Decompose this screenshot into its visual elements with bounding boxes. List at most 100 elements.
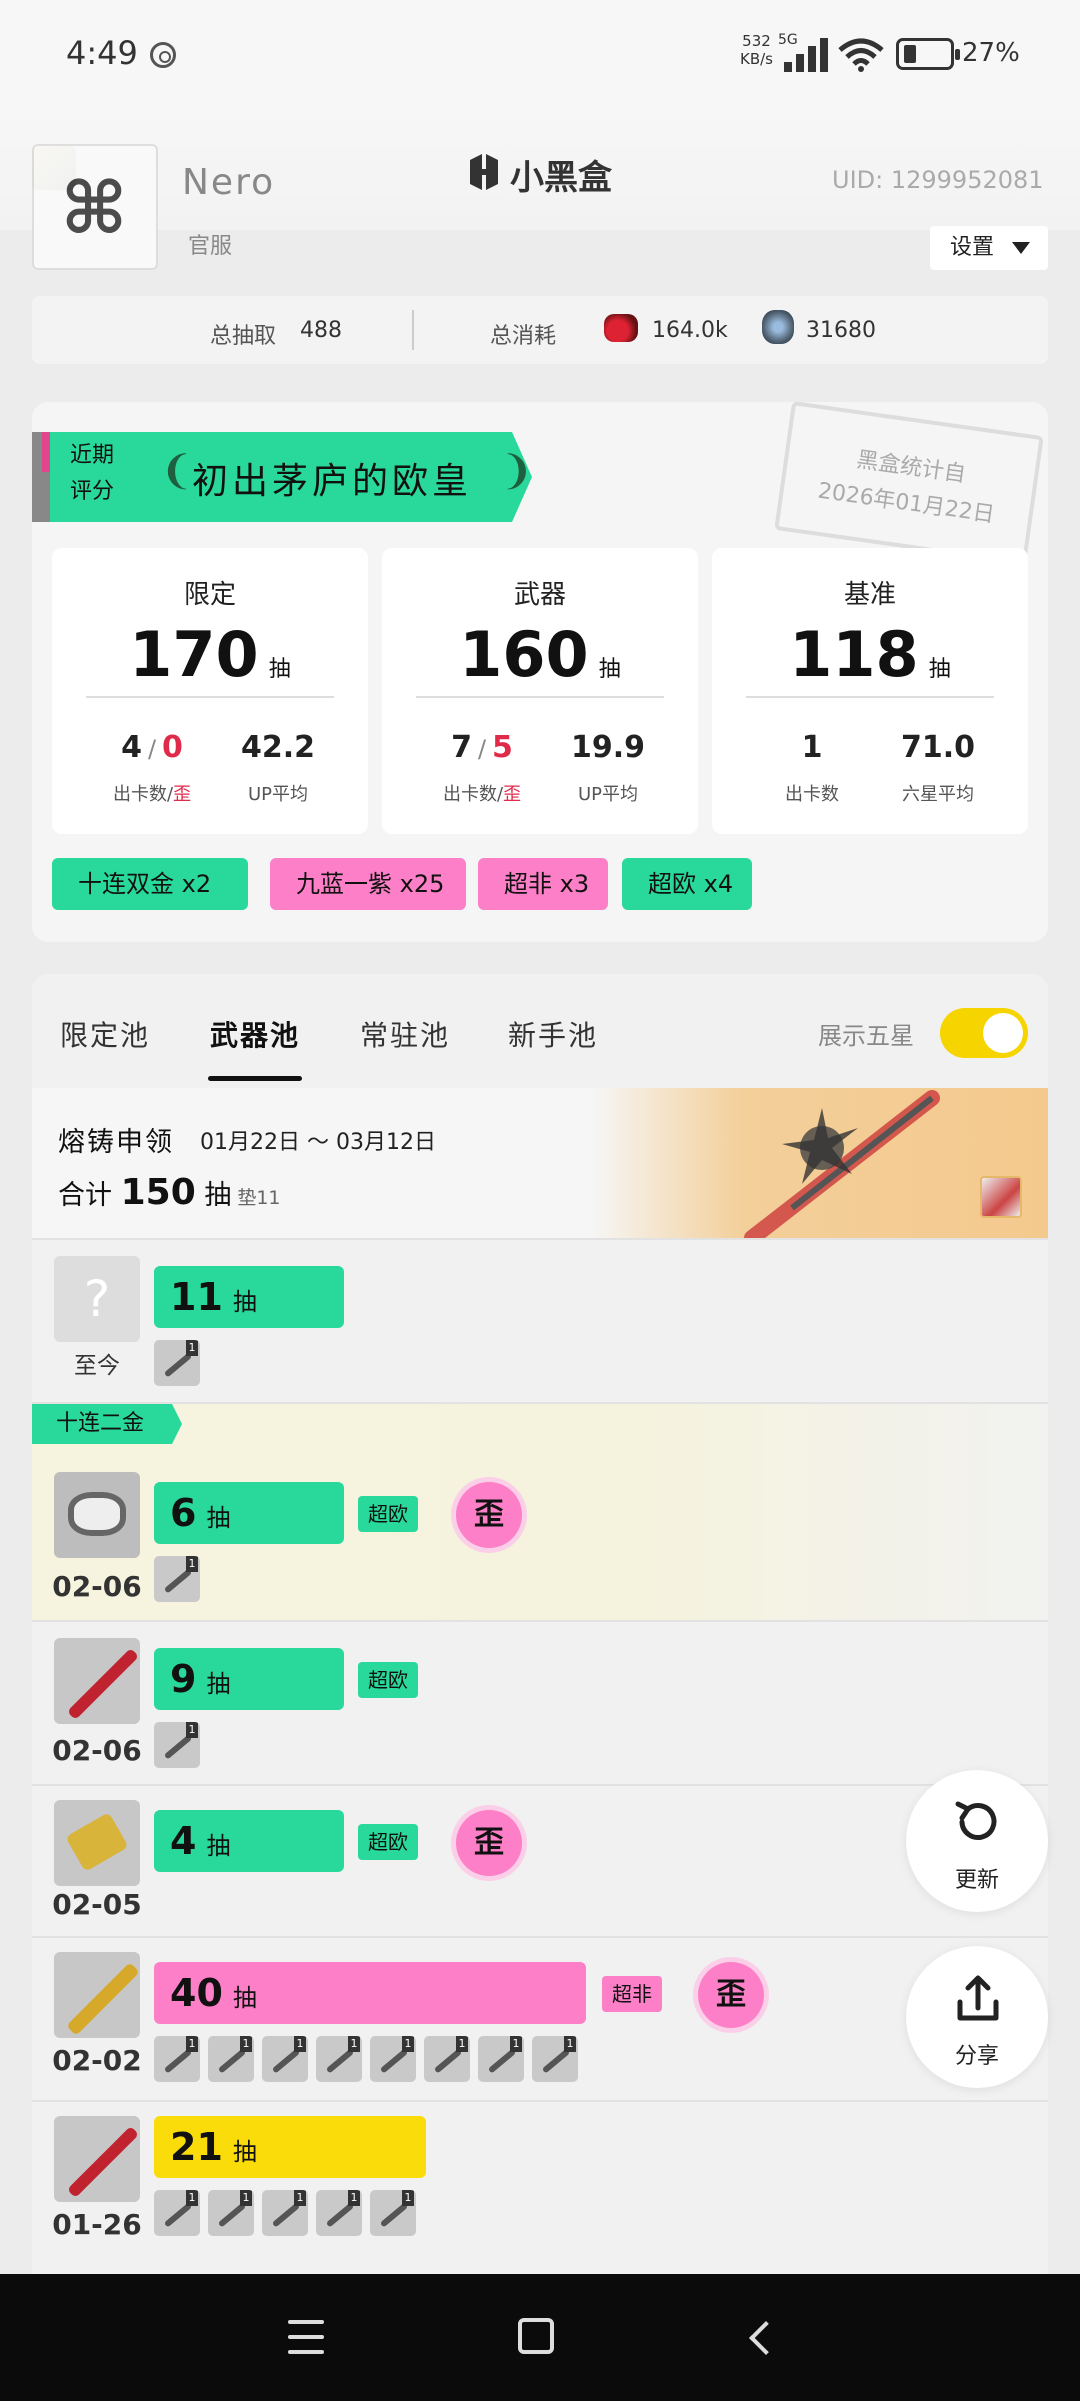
weapon-thumb[interactable] (54, 1952, 140, 2038)
tag: 超非 x3 (478, 858, 608, 910)
stat-title: 基准 (843, 580, 896, 610)
home-icon[interactable] (518, 2318, 554, 2354)
battery-percent: 27% (962, 38, 1020, 68)
operator-thumb[interactable] (54, 1472, 140, 1558)
brand-logo-icon (470, 154, 498, 190)
weapon-thumb[interactable] (54, 2116, 140, 2202)
stat-avg-label: UP平均 (577, 784, 639, 805)
score-label-line2: 评分 (70, 479, 115, 504)
row-date: 02-06 (52, 1734, 142, 1767)
stat-title: 武器 (513, 580, 566, 610)
weapon-thumb[interactable] (54, 1638, 140, 1724)
pull-row: ? 至今 11 抽 1 (32, 1238, 1048, 1402)
pull-count-bar: 4抽 (154, 1810, 344, 1872)
menu-icon[interactable] (288, 2320, 324, 2354)
weapon-mini-icon: 1 (532, 2036, 578, 2082)
off-rate-badge: 歪 (698, 1962, 764, 2028)
pool-total: 合计 150 抽垫11 (58, 1172, 281, 1213)
stat-avg-label: UP平均 (247, 784, 309, 805)
divider (412, 310, 414, 350)
stat-cards-value: 1 (801, 730, 823, 765)
tab-limited[interactable]: 限定池 (60, 1014, 150, 1054)
tag: 九蓝一紫 x25 (270, 858, 466, 910)
currency-car-icon (604, 314, 638, 342)
weapon-mini-icon: 1 (478, 2036, 524, 2082)
username[interactable]: Nero (182, 162, 275, 203)
stat-cards-label: 出卡数 (785, 784, 839, 805)
rating-badge: 超欧 (358, 1496, 418, 1532)
settings-label: 设置 (950, 235, 995, 260)
score-label: 近期 评分 (70, 438, 114, 510)
refresh-button[interactable]: 更新 (906, 1770, 1048, 1912)
server-label: 官服 (188, 234, 233, 259)
score-card: 黑盒统计自 2026年01月22日 近期 评分 ❨ 初出茅庐的欧皇 ❩ 限定 1… (32, 400, 1048, 942)
row-date: 01-26 (52, 2208, 142, 2241)
weapon-mini-icon: 1 (316, 2190, 362, 2236)
off-rate-badge: 歪 (456, 1482, 522, 1548)
app-notification-icon (150, 42, 176, 68)
rating-badge: 超非 (602, 1976, 662, 2012)
pull-row: 01-26 21 抽 1 1 1 1 1 (32, 2100, 1048, 2274)
laurel-left-icon: ❨ (160, 448, 194, 494)
stat-count: 170 抽 (129, 618, 291, 691)
pull-count-bar: 11 抽 (154, 1266, 344, 1328)
divider (86, 696, 334, 698)
back-icon[interactable] (749, 2321, 783, 2355)
pull-count-bar: 9抽 (154, 1648, 344, 1710)
score-label-line1: 近期 (70, 443, 115, 468)
tag: 十连双金 x2 (52, 858, 248, 910)
settings-dropdown[interactable]: 设置 (930, 226, 1048, 270)
tab-novice[interactable]: 新手池 (508, 1014, 598, 1054)
system-nav-bar (0, 2274, 1080, 2401)
stat-avg-value: 42.2 (240, 730, 316, 765)
refresh-icon (955, 1801, 997, 1840)
divider (416, 696, 664, 698)
row-date: 至今 (74, 1353, 120, 1379)
battery-icon (896, 38, 960, 70)
stat-title: 限定 (183, 580, 236, 610)
pull-count-bar: 6抽 (154, 1482, 344, 1544)
weapon-thumb[interactable] (54, 1800, 140, 1886)
rating-badge: 超欧 (358, 1824, 418, 1860)
pool-weapon-icon[interactable] (980, 1176, 1022, 1218)
show-five-star-toggle[interactable] (940, 1008, 1028, 1058)
signal-icon (784, 38, 832, 72)
weapon-mini-icon: 1 (154, 2036, 200, 2082)
divider (746, 696, 994, 698)
share-button[interactable]: 分享 (906, 1946, 1048, 2088)
tab-standard[interactable]: 常驻池 (360, 1014, 450, 1054)
pull-row: 02-06 9抽 超欧 1 (32, 1620, 1048, 1784)
share-label: 分享 (954, 2044, 999, 2069)
stat-avg-value: 19.9 (570, 730, 646, 765)
weapon-mini-icon: 1 (316, 2036, 362, 2082)
brand-title: 小黑盒 (510, 158, 612, 198)
stat-box-limited: 限定 170 抽 4/0 42.2 出卡数/歪 UP平均 (52, 548, 368, 834)
stat-box-standard: 基准 118 抽 1 71.0 出卡数 六星平均 (712, 548, 1028, 834)
stat-avg-label: 六星平均 (902, 784, 974, 805)
stat-cards-label: 出卡数/歪 (442, 784, 522, 805)
laurel-right-icon: ❩ (500, 448, 534, 494)
tab-weapon[interactable]: 武器池 (210, 1014, 300, 1054)
row-date: 02-02 (52, 2044, 142, 2077)
tab-underline (208, 1076, 302, 1081)
total-draws-label: 总抽取 (210, 324, 277, 349)
weapon-mini-icon: 1 (154, 1556, 200, 1602)
chevron-down-icon (1012, 242, 1030, 254)
spent-value-a: 164.0k (652, 318, 728, 343)
weapon-mini-icon: 1 (370, 2190, 416, 2236)
pull-count-bar: 21 抽 (154, 2116, 426, 2178)
stat-cards-value: 4/0 (121, 730, 183, 765)
share-icon (957, 1975, 999, 2021)
weapon-mini-icon: 1 (424, 2036, 470, 2082)
weapon-mini-icon: 1 (154, 2190, 200, 2236)
weapon-mini-icon: 1 (154, 1722, 200, 1768)
heybox-logo-icon: ⌘ (32, 144, 158, 270)
stat-cards-label: 出卡数/歪 (112, 784, 192, 805)
off-rate-badge: 歪 (456, 1810, 522, 1876)
pull-row: 十连二金 02-06 6抽 超欧 歪 1 (32, 1402, 1048, 1620)
stat-box-weapon: 武器 160 抽 7/5 19.9 出卡数/歪 UP平均 (382, 548, 698, 834)
weapon-mini-icon: 1 (370, 2036, 416, 2082)
stat-cards-value: 7/5 (451, 730, 513, 765)
tag: 超欧 x4 (622, 858, 752, 910)
row-date: 02-06 (52, 1570, 142, 1603)
